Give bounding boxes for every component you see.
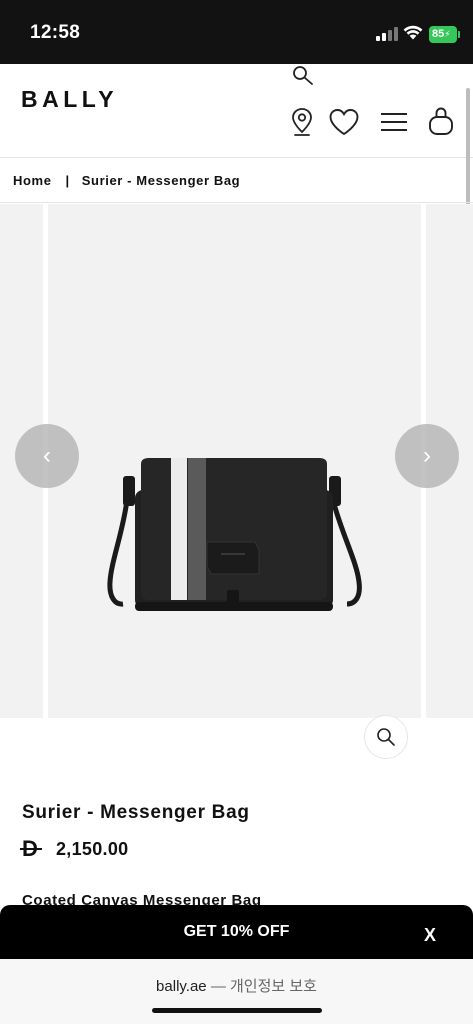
- battery-icon: 85⚡: [429, 26, 460, 43]
- previous-image-button[interactable]: ‹: [15, 424, 79, 488]
- promo-label[interactable]: GET 10% OFF: [0, 923, 473, 941]
- zoom-button[interactable]: [364, 715, 408, 759]
- menu-icon: [381, 113, 407, 131]
- site-header: BALLY: [0, 64, 473, 158]
- messenger-bag-image: [107, 458, 362, 611]
- product-title: Surier - Messenger Bag: [22, 802, 250, 823]
- status-bar: 12:58 85⚡: [0, 0, 473, 64]
- battery-level: 85: [432, 28, 445, 40]
- url-display[interactable]: bally.ae — 개인정보 보호: [0, 975, 473, 996]
- promo-banner[interactable]: GET 10% OFF X: [0, 905, 473, 959]
- breadcrumb: Home | Surier - Messenger Bag: [0, 158, 473, 203]
- browser-address-bar[interactable]: bally.ae — 개인정보 보호: [0, 959, 473, 1024]
- bag-icon: [429, 107, 453, 135]
- cellular-signal-icon: [376, 27, 398, 41]
- search-button[interactable]: [289, 64, 319, 88]
- chevron-right-icon: ›: [423, 442, 431, 469]
- breadcrumb-home-link[interactable]: Home: [13, 173, 52, 188]
- price-row: D 2,150.00: [20, 836, 129, 862]
- wifi-icon: [403, 25, 423, 40]
- breadcrumb-current: Surier - Messenger Bag: [81, 172, 241, 188]
- breadcrumb-separator: |: [65, 172, 70, 188]
- home-indicator[interactable]: [152, 1008, 322, 1013]
- wishlist-button[interactable]: [327, 106, 361, 138]
- url-privacy-suffix: — 개인정보 보호: [210, 978, 317, 995]
- store-locator-button[interactable]: [288, 106, 316, 138]
- menu-button[interactable]: [378, 108, 410, 136]
- heart-icon: [329, 109, 359, 136]
- promo-close-button[interactable]: X: [424, 925, 436, 946]
- chevron-left-icon: ‹: [43, 442, 51, 469]
- search-icon: [293, 66, 313, 85]
- shopping-bag-button[interactable]: [426, 104, 456, 138]
- url-domain: bally.ae: [156, 978, 207, 995]
- product-image-gallery[interactable]: ‹ ›: [0, 204, 473, 718]
- status-time: 12:58: [30, 22, 81, 43]
- dirham-currency-icon: D: [20, 836, 44, 862]
- product-price: 2,150.00: [56, 838, 129, 859]
- bally-logo[interactable]: BALLY: [21, 86, 118, 113]
- next-image-button[interactable]: ›: [395, 424, 459, 488]
- zoom-icon: [377, 728, 395, 746]
- store-locator-icon: [292, 108, 312, 136]
